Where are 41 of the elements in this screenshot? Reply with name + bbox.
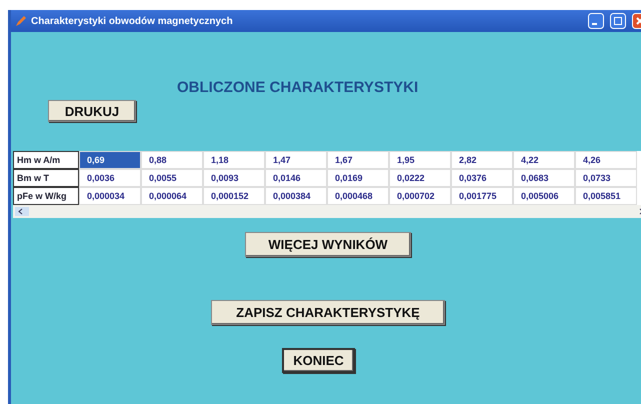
table-cell[interactable]: 0,88	[141, 151, 203, 169]
table-cell[interactable]: 0,000152	[203, 187, 265, 205]
table-cell[interactable]: 0,000384	[265, 187, 327, 205]
table-cell[interactable]: 1,47	[265, 151, 327, 169]
table-cell[interactable]: 1,95	[389, 151, 451, 169]
table-cell[interactable]: 0,69	[79, 151, 141, 169]
end-button[interactable]: KONIEC	[282, 348, 355, 373]
heading: OBLICZONE CHARAKTERYSTYKI	[177, 79, 418, 96]
table-cell[interactable]: 4,26	[575, 151, 637, 169]
window-title: Charakterystyki obwodów magnetycznych	[31, 16, 234, 26]
table-cell[interactable]: 0,005006	[513, 187, 575, 205]
table-cell[interactable]: 4,22	[513, 151, 575, 169]
table-cell[interactable]: 1,67	[327, 151, 389, 169]
table-cell[interactable]: 0,0222	[389, 169, 451, 187]
row-header: Bm w T	[13, 169, 79, 187]
table-cell[interactable]: 0,000034	[79, 187, 141, 205]
save-button[interactable]: ZAPISZ CHARAKTERYSTYKĘ	[211, 300, 445, 325]
table-cell[interactable]: 0,0055	[141, 169, 203, 187]
table-cell[interactable]: 0,000468	[327, 187, 389, 205]
table-cell[interactable]: 0,0733	[575, 169, 637, 187]
table-cell[interactable]: 0,000064	[141, 187, 203, 205]
table-cell[interactable]: 0,000702	[389, 187, 451, 205]
horizontal-scrollbar[interactable]	[13, 205, 641, 218]
scroll-left-icon[interactable]	[15, 207, 29, 216]
table-cell[interactable]: 0,0093	[203, 169, 265, 187]
more-results-button[interactable]: WIĘCEJ WYNIKÓW	[245, 232, 411, 257]
table-cell[interactable]: 0,005851	[575, 187, 637, 205]
print-button[interactable]: DRUKUJ	[48, 100, 136, 122]
minimize-button[interactable]	[588, 13, 604, 29]
pencil-icon	[15, 15, 27, 27]
table-cell[interactable]: 0,001775	[451, 187, 513, 205]
table-cell[interactable]: 0,0036	[79, 169, 141, 187]
table-cell[interactable]: 0,0683	[513, 169, 575, 187]
maximize-button[interactable]	[610, 13, 626, 29]
table-cell[interactable]: 0,0169	[327, 169, 389, 187]
table-cell[interactable]: 2,82	[451, 151, 513, 169]
row-header: Hm w A/m	[13, 151, 79, 169]
table-cell[interactable]: 1,18	[203, 151, 265, 169]
table-cell[interactable]: 0,0146	[265, 169, 327, 187]
table-cell[interactable]: 0,0376	[451, 169, 513, 187]
row-header: pFe w W/kg	[13, 187, 79, 205]
